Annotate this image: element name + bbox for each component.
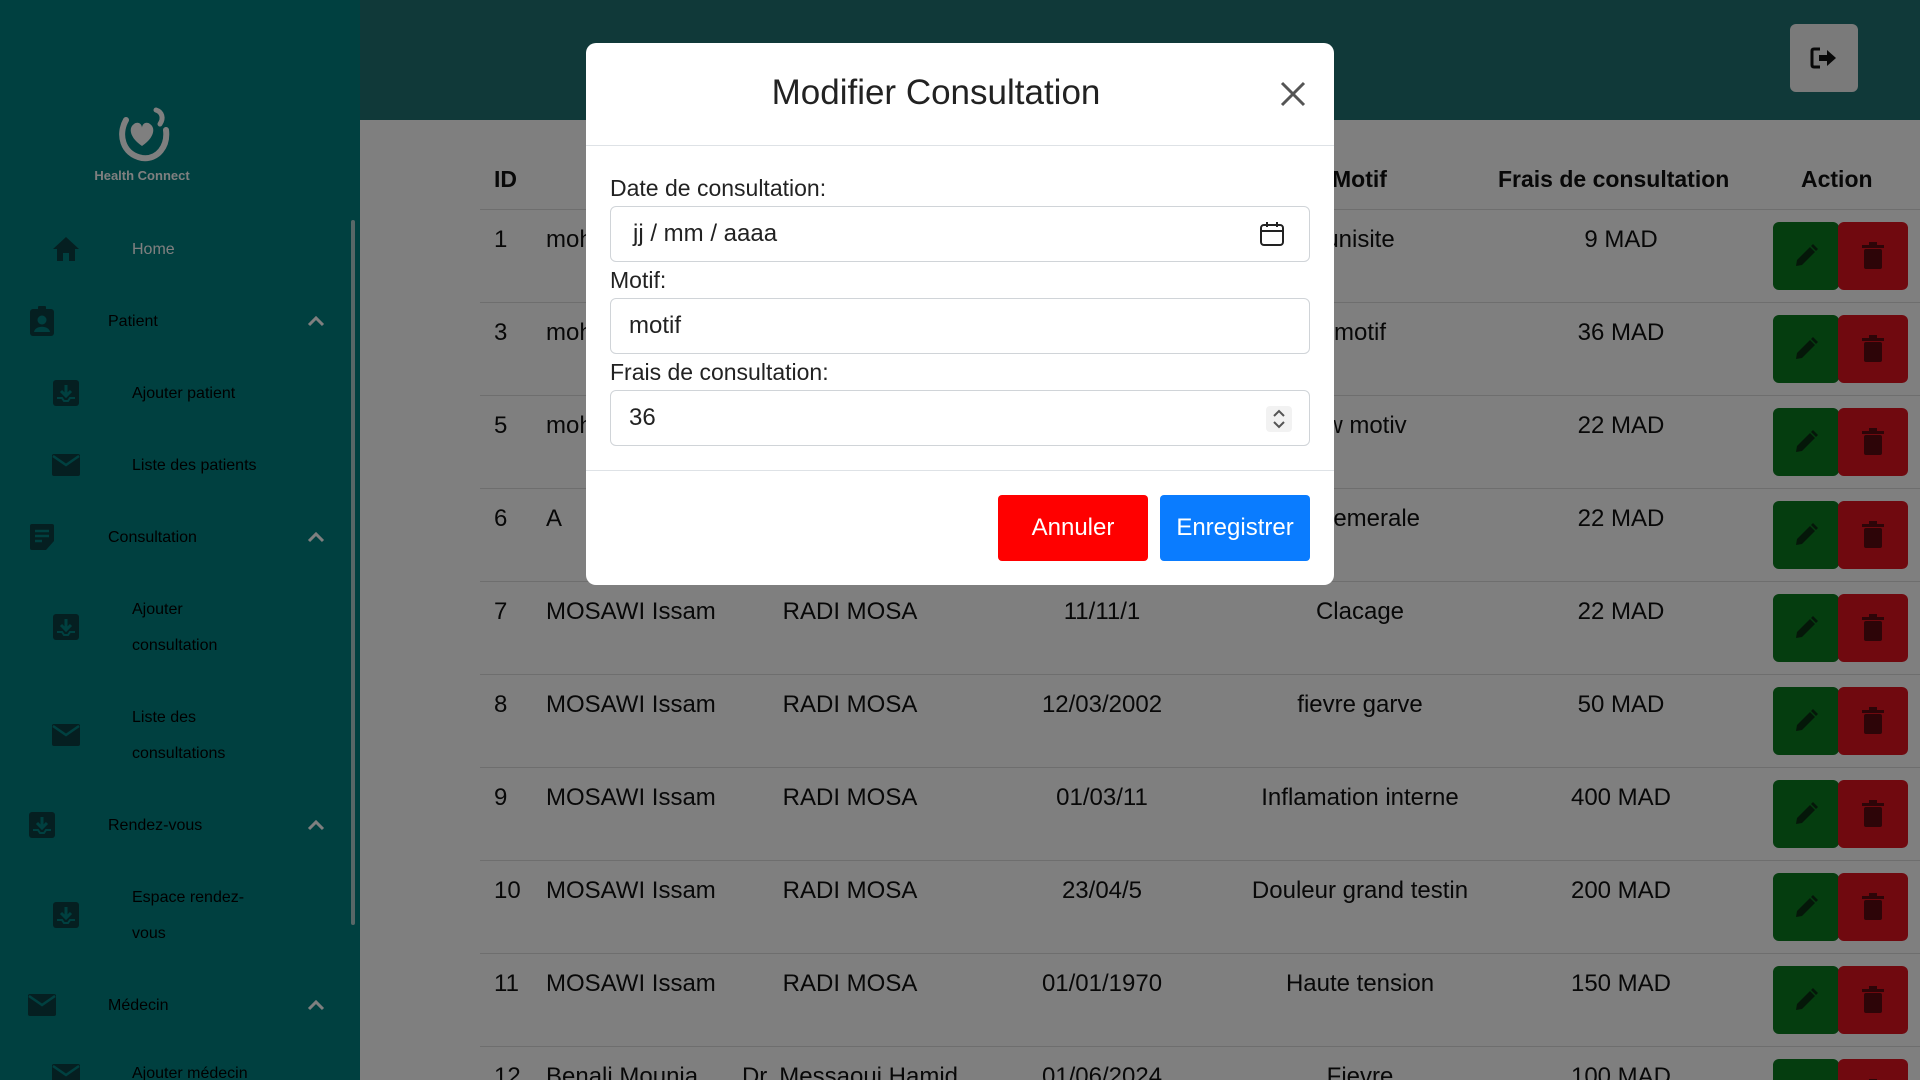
close-icon[interactable]: [1276, 77, 1310, 111]
modal-header: Modifier Consultation: [586, 43, 1334, 146]
edit-consultation-modal: Modifier Consultation Date de consultati…: [586, 43, 1334, 585]
motif-value: motif: [629, 312, 682, 339]
date-placeholder: jj / mm / aaaa: [633, 220, 778, 247]
calendar-icon[interactable]: [1259, 221, 1285, 247]
date-label: Date de consultation:: [610, 175, 827, 201]
motif-label: Motif:: [610, 267, 667, 293]
motif-input[interactable]: motif: [610, 298, 1310, 354]
frais-input[interactable]: 36: [610, 390, 1310, 446]
modal-title: Modifier Consultation: [771, 73, 1101, 112]
modal-footer-divider: [586, 470, 1334, 471]
save-button[interactable]: Enregistrer: [1160, 495, 1310, 561]
frais-label: Frais de consultation:: [610, 359, 829, 385]
cancel-button[interactable]: Annuler: [998, 495, 1148, 561]
number-stepper-icon[interactable]: [1265, 405, 1293, 433]
frais-value: 36: [629, 404, 656, 431]
date-input[interactable]: jj / mm / aaaa: [610, 206, 1310, 262]
